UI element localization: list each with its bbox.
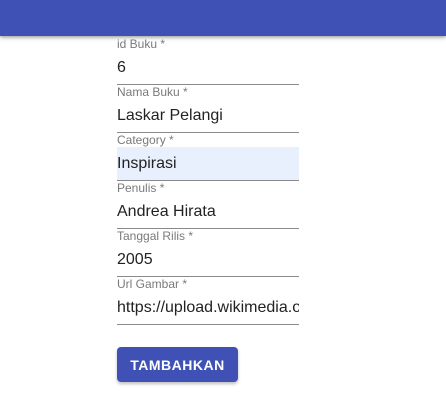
id-buku-input[interactable] — [117, 51, 299, 85]
url-gambar-field: Url Gambar * — [117, 276, 299, 325]
penulis-label: Penulis * — [117, 181, 165, 195]
category-label: Category * — [117, 133, 174, 147]
id-buku-field: id Buku * — [117, 36, 299, 85]
id-buku-label: id Buku * — [117, 37, 166, 51]
category-input[interactable] — [117, 147, 299, 181]
penulis-input[interactable] — [117, 195, 299, 229]
category-field: Category * — [117, 132, 299, 181]
tanggal-rilis-label: Tanggal Rilis * — [117, 229, 194, 243]
penulis-field: Penulis * — [117, 180, 299, 229]
nama-buku-field: Nama Buku * — [117, 84, 299, 133]
tanggal-rilis-field: Tanggal Rilis * — [117, 228, 299, 277]
nama-buku-label: Nama Buku * — [117, 85, 188, 99]
url-gambar-input[interactable] — [117, 291, 299, 325]
book-form: id Buku * Nama Buku * Category * Penulis… — [117, 36, 299, 325]
tanggal-rilis-input[interactable] — [117, 243, 299, 277]
nama-buku-input[interactable] — [117, 99, 299, 133]
url-gambar-label: Url Gambar * — [117, 277, 188, 291]
tambahkan-button[interactable]: TAMBAHKAN — [117, 347, 238, 382]
app-bar — [0, 0, 446, 36]
